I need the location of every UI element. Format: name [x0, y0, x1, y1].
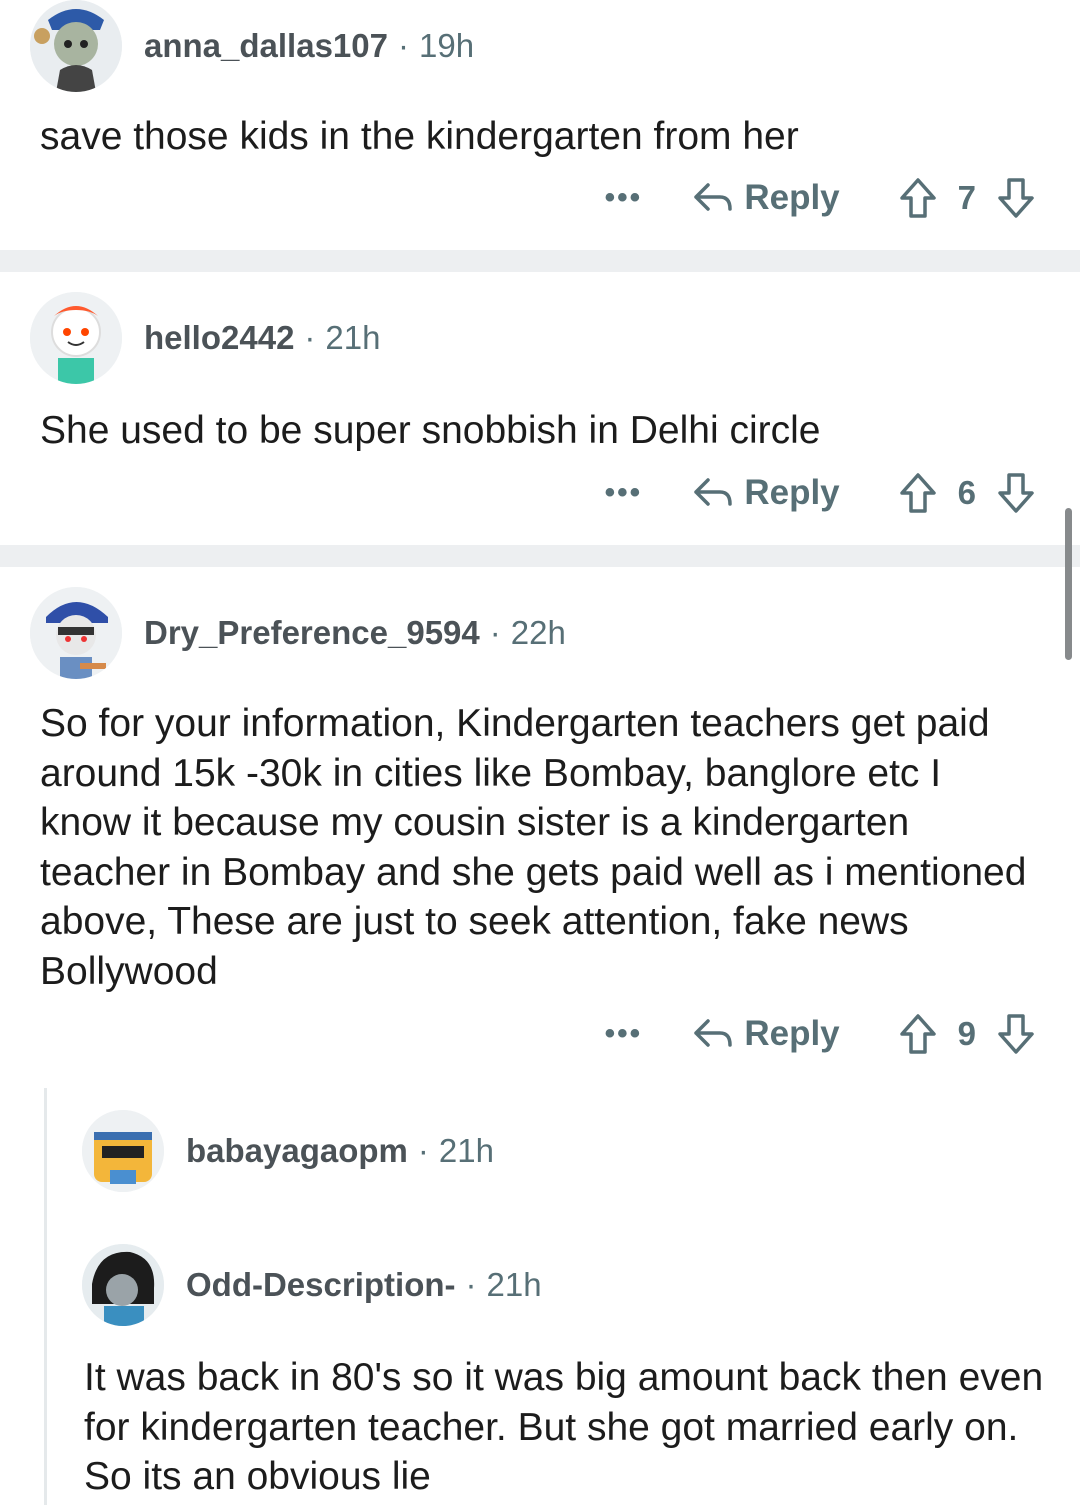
timestamp: 21h	[325, 319, 381, 356]
user-avatar[interactable]	[30, 587, 122, 679]
user-avatar[interactable]	[30, 0, 122, 92]
username[interactable]: babayagaopm	[186, 1132, 408, 1169]
comment-text: She used to be super snobbish in Delhi c…	[40, 409, 821, 452]
username[interactable]: Odd-Description-	[186, 1266, 456, 1303]
reply-icon	[694, 1019, 733, 1047]
vote-controls: 6	[898, 471, 1036, 515]
upvote-icon[interactable]	[898, 176, 938, 220]
more-options-button[interactable]: •••	[598, 181, 648, 215]
user-avatar[interactable]	[30, 292, 122, 384]
comment-hello2442: hello2442 · 21h She used to be super snobb…	[0, 272, 1080, 544]
comment-text: save those kids in the kindergarten from…	[40, 115, 799, 158]
comment-meta: hello2442 · 21h	[144, 319, 380, 357]
reply-icon	[694, 478, 733, 506]
reply-label: Reply	[744, 1014, 840, 1053]
downvote-icon[interactable]	[996, 1012, 1036, 1056]
username[interactable]: hello2442	[144, 319, 294, 356]
timestamp: 22h	[510, 614, 566, 651]
comment-meta: Odd-Description- · 21h	[186, 1266, 542, 1304]
comment-actions: ••• Reply 7	[598, 176, 1036, 220]
comment-meta: anna_dallas107 · 19h	[144, 27, 474, 65]
comment-meta: babayagaopm · 21h	[186, 1132, 494, 1170]
comment-text: It was back in 80's so it was big amount…	[84, 1356, 1044, 1498]
upvote-icon[interactable]	[898, 471, 938, 515]
comment-divider	[0, 545, 1080, 567]
reply-odd-description: Odd-Description- · 21h It was back in 80's…	[0, 1232, 1080, 1505]
username[interactable]: anna_dallas107	[144, 27, 388, 64]
user-avatar[interactable]	[82, 1244, 164, 1326]
comment-anna-dallas107: anna_dallas107 · 19h save those kids in th…	[0, 0, 1080, 248]
reply-button[interactable]: Reply	[692, 1014, 840, 1054]
vote-count: 7	[957, 179, 976, 216]
meta-separator: ·	[465, 1266, 477, 1303]
downvote-icon[interactable]	[996, 471, 1036, 515]
scrollbar[interactable]	[1065, 508, 1072, 660]
timestamp: 21h	[486, 1266, 542, 1303]
reply-button[interactable]: Reply	[692, 473, 840, 513]
comment-text: So for your information, Kindergarten te…	[40, 702, 1027, 993]
vote-count: 9	[957, 1015, 976, 1052]
meta-separator: ·	[398, 27, 409, 64]
vote-controls: 9	[898, 1012, 1036, 1056]
username[interactable]: Dry_Preference_9594	[144, 614, 480, 651]
more-options-button[interactable]: •••	[598, 476, 648, 510]
upvote-icon[interactable]	[898, 1012, 938, 1056]
comment-dry-preference-9594: Dry_Preference_9594 · 22h So for your info…	[0, 567, 1080, 1067]
reply-babayagaopm: babayagaopm · 21h	[0, 1100, 1080, 1210]
meta-separator: ·	[417, 1132, 429, 1169]
downvote-icon[interactable]	[996, 176, 1036, 220]
timestamp: 21h	[438, 1132, 494, 1169]
vote-controls: 7	[898, 176, 1036, 220]
user-avatar[interactable]	[82, 1110, 164, 1192]
reply-label: Reply	[744, 473, 840, 512]
comment-actions: ••• Reply 9	[598, 1012, 1036, 1056]
reply-button[interactable]: Reply	[692, 178, 840, 218]
comment-divider	[0, 250, 1080, 272]
comment-actions: ••• Reply 6	[598, 471, 1036, 515]
comment-meta: Dry_Preference_9594 · 22h	[144, 614, 566, 652]
meta-separator: ·	[304, 319, 316, 356]
meta-separator: ·	[489, 614, 501, 651]
reply-icon	[694, 183, 733, 211]
more-options-button[interactable]: •••	[598, 1017, 648, 1051]
vote-count: 6	[957, 474, 976, 511]
reply-label: Reply	[744, 178, 840, 217]
timestamp: 19h	[419, 27, 475, 64]
